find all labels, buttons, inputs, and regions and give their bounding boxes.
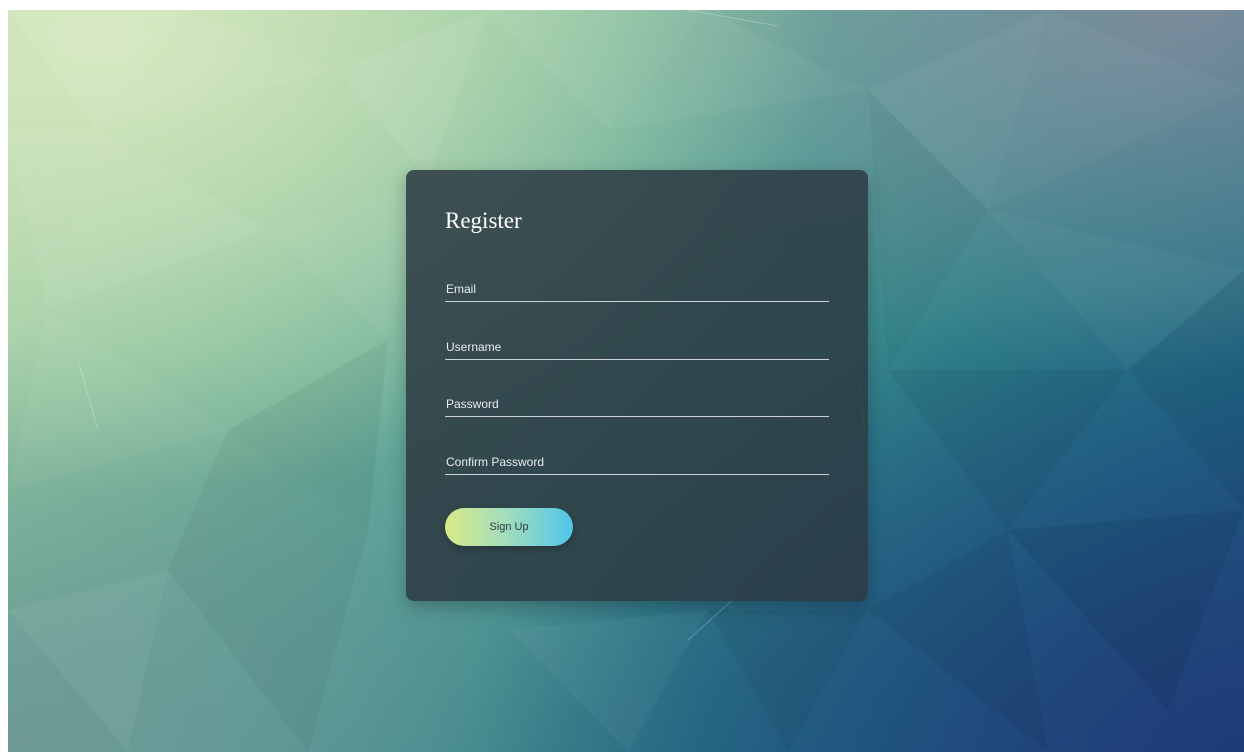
username-field-wrapper [445,337,830,360]
page-background: Register Sign Up [8,10,1244,752]
register-card: Register Sign Up [406,170,868,601]
confirm-password-input[interactable] [445,452,830,472]
password-field-wrapper [445,394,830,417]
sign-up-button[interactable]: Sign Up [445,508,573,546]
form-title: Register [445,208,522,233]
email-field-wrapper [445,279,830,302]
username-input[interactable] [445,337,830,357]
password-input[interactable] [445,394,830,414]
email-input[interactable] [445,279,830,299]
confirm-password-field-wrapper [445,452,830,475]
